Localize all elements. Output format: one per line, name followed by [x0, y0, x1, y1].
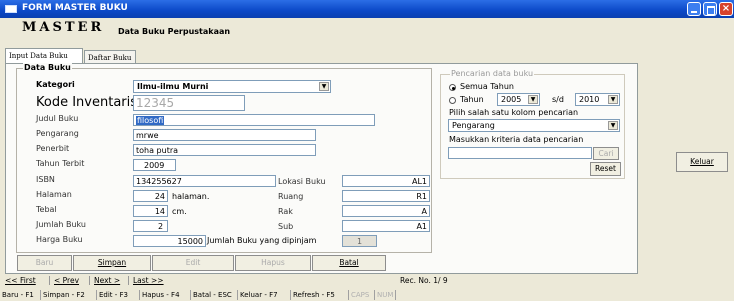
page-title: MASTER	[22, 20, 105, 35]
batal-label: Batal	[339, 258, 359, 267]
judul-buku-value: filosofi	[136, 116, 165, 125]
halaman-field[interactable]: 24	[133, 190, 168, 202]
kategori-label: Kategori	[36, 80, 75, 89]
caps-indicator: CAPS	[348, 290, 371, 300]
penerbit-label: Penerbit	[36, 144, 70, 153]
first-label: << First	[5, 276, 36, 285]
rak-field[interactable]: A	[342, 205, 430, 217]
sub-label: Sub	[278, 222, 294, 231]
halaman-unit: halaman.	[172, 192, 210, 201]
semua-tahun-radio[interactable]	[449, 84, 456, 91]
status-item: Hapus - F4	[139, 290, 182, 300]
record-navigation: << First < Prev Next > Last >> Rec. No. …	[5, 276, 729, 287]
chevron-down-icon[interactable]: ▼	[319, 82, 329, 91]
prev-label: < Prev	[54, 276, 80, 285]
lokasi-buku-field[interactable]: AL1	[342, 175, 430, 187]
tebal-unit: cm.	[172, 207, 187, 216]
jumlah-dipinjam-label: Jumlah Buku yang dipinjam	[207, 236, 317, 245]
halaman-label: Halaman	[36, 190, 72, 199]
status-item: Edit - F3	[96, 290, 130, 300]
next-link[interactable]: Next >	[89, 276, 120, 285]
year-from-select[interactable]: 2005 ▼	[497, 93, 540, 106]
tahun-radio-label: Tahun	[460, 95, 484, 104]
data-buku-group-label: Data Buku	[23, 63, 72, 72]
hapus-button[interactable]: Hapus	[235, 255, 311, 271]
record-number: Rec. No. 1/ 9	[400, 276, 448, 285]
chevron-down-icon[interactable]: ▼	[608, 95, 618, 104]
kategori-select[interactable]: Ilmu-ilmu Murni ▼	[133, 80, 331, 93]
year-from-value: 2005	[501, 95, 522, 104]
year-to-select[interactable]: 2010 ▼	[575, 93, 620, 106]
keluar-button[interactable]: Keluar	[676, 152, 728, 172]
penerbit-field[interactable]: toha putra	[133, 144, 316, 156]
sd-label: s/d	[552, 95, 564, 104]
last-link[interactable]: Last >>	[128, 276, 164, 285]
window-title: FORM MASTER BUKU	[22, 3, 128, 13]
num-indicator: NUM	[374, 290, 397, 300]
simpan-button[interactable]: Simpan	[73, 255, 151, 271]
pencarian-group-label: Pencarian data buku	[450, 69, 535, 78]
chevron-down-icon[interactable]: ▼	[528, 95, 538, 104]
kategori-value: Ilmu-ilmu Murni	[137, 82, 209, 91]
tahun-terbit-label: Tahun Terbit	[36, 159, 85, 168]
isbn-field[interactable]: 134255627	[133, 175, 276, 187]
jumlah-buku-label: Jumlah Buku	[36, 220, 86, 229]
year-to-value: 2010	[579, 95, 600, 104]
column-select[interactable]: Pengarang ▼	[448, 119, 620, 132]
reset-button[interactable]: Reset	[590, 162, 621, 176]
status-item: Simpan - F2	[40, 290, 87, 300]
judul-buku-field[interactable]: filosofi	[133, 114, 375, 126]
isbn-label: ISBN	[36, 175, 55, 184]
simpan-label: Simpan	[97, 258, 127, 267]
first-link[interactable]: << First	[5, 276, 36, 285]
ruang-field[interactable]: R1	[342, 190, 430, 202]
tab-input-data-buku[interactable]: Input Data Buku	[5, 48, 83, 63]
status-item: Baru - F1	[2, 291, 34, 299]
status-item: Keluar - F7	[237, 290, 280, 300]
page-subtitle: Data Buku Perpustakaan	[118, 27, 231, 36]
baru-button[interactable]: Baru	[17, 255, 72, 271]
column-value: Pengarang	[452, 121, 495, 130]
minimize-button[interactable]	[687, 2, 701, 16]
harga-buku-label: Harga Buku	[36, 235, 83, 244]
prev-link[interactable]: < Prev	[49, 276, 79, 285]
close-button[interactable]: ×	[719, 2, 733, 16]
column-prompt: Pilih salah satu kolom pencarian	[449, 108, 579, 117]
semua-tahun-label: Semua Tahun	[460, 82, 514, 91]
maximize-button[interactable]	[703, 2, 717, 16]
chevron-down-icon[interactable]: ▼	[608, 121, 618, 130]
pengarang-field[interactable]: mrwe	[133, 129, 316, 141]
status-item: Batal - ESC	[190, 290, 234, 300]
pengarang-label: Pengarang	[36, 129, 79, 138]
tab-daftar-buku[interactable]: Daftar Buku	[84, 50, 136, 63]
cari-button[interactable]: Cari	[593, 147, 619, 160]
tahun-terbit-field[interactable]: 2009	[133, 159, 176, 171]
last-label: Last >>	[133, 276, 164, 285]
edit-button[interactable]: Edit	[152, 255, 234, 271]
kode-inventaris-label: Kode Inventaris	[36, 95, 138, 110]
lokasi-buku-label: Lokasi Buku	[278, 177, 326, 186]
app-icon	[5, 5, 17, 13]
batal-button[interactable]: Batal	[312, 255, 386, 271]
jumlah-buku-field[interactable]: 2	[133, 220, 168, 232]
criteria-field[interactable]	[448, 147, 592, 159]
status-item: Refresh - F5	[290, 290, 337, 300]
ruang-label: Ruang	[278, 192, 304, 201]
header	[0, 18, 734, 45]
status-bar: Baru - F1 Simpan - F2 Edit - F3 Hapus - …	[0, 289, 734, 301]
rak-label: Rak	[278, 207, 293, 216]
judul-buku-label: Judul Buku	[36, 114, 79, 123]
harga-buku-field[interactable]: 15000	[133, 235, 206, 247]
next-label: Next >	[94, 276, 121, 285]
title-bar: FORM MASTER BUKU ×	[0, 0, 734, 18]
tebal-label: Tebal	[36, 205, 57, 214]
criteria-prompt: Masukkan kriteria data pencarian	[449, 135, 584, 144]
jumlah-dipinjam-field: 1	[342, 235, 377, 247]
sub-field[interactable]: A1	[342, 220, 430, 232]
tahun-radio[interactable]	[449, 97, 456, 104]
tebal-field[interactable]: 14	[133, 205, 168, 217]
keluar-label: Keluar	[690, 157, 714, 166]
kode-inventaris-field[interactable]: 12345	[133, 95, 245, 111]
